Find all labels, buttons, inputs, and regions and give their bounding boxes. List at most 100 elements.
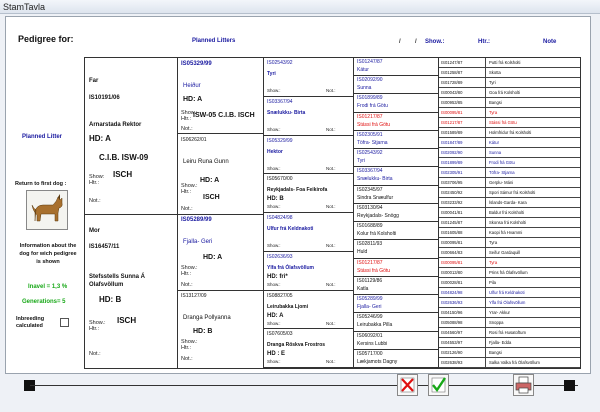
gen2-not-label: Not.: xyxy=(181,282,193,288)
gen4-cell: IS05289/99 Fjalla- Geri xyxy=(354,295,438,314)
dog-icon xyxy=(31,194,63,222)
gen5-row: IS02638/93 Salka Valka frá Ólafsvöllum xyxy=(439,358,580,368)
gen5-divider xyxy=(485,88,486,97)
gen4-reg: IS05717/00 xyxy=(357,350,383,357)
gen5-name: Sunna xyxy=(489,150,502,155)
ok-button[interactable] xyxy=(428,374,449,396)
gen5-reg: IS00013/80 xyxy=(441,270,463,275)
gen5-reg: IS01245/87 xyxy=(441,220,463,225)
gen5-name: Goa frá Kolsholti xyxy=(489,90,520,95)
gen4-reg: IS01217/87 xyxy=(357,259,383,266)
gen5-name: Bangsi xyxy=(489,100,502,105)
gen5-name: Skotta xyxy=(489,70,501,75)
gen5-reg: IS03706/95 xyxy=(441,180,463,185)
gen5-name: Baldur frá Kolsholti xyxy=(489,210,525,215)
inbreeding-checkbox[interactable] xyxy=(60,318,69,327)
slider-track[interactable] xyxy=(30,385,578,386)
gen5-row: IS00013/80 Prins frá Ólafsvöllum xyxy=(439,268,580,278)
gen5-row: IS02092/90 Sunna xyxy=(439,148,580,158)
gen5-row: IS01728/89 Tyri xyxy=(439,78,580,88)
gen3-not-label: Not.: xyxy=(326,88,336,93)
gen5-row: IS01217/87 Stássi frá Götu xyxy=(439,118,580,128)
gen5-row: IS02126/90 Bangsi xyxy=(439,348,580,358)
gen5-name: Salka Valka frá Ólafsvöllum xyxy=(489,360,540,365)
inavel-value: Inavel = 1,3 % xyxy=(28,284,68,290)
gen3-cell: IS05329/99 Hektor Show.: Not.: xyxy=(264,136,353,175)
gen5-name: Tyra xyxy=(489,110,498,115)
gen4-name: Frodi frá Götu xyxy=(357,103,388,110)
planned-litters-title: Planned Litters xyxy=(192,38,236,44)
gen2-title: ISW-05 C.I.B. ISCH xyxy=(193,112,255,119)
gen3-show-label: Show.: xyxy=(267,165,281,171)
gen5-name: Kátur xyxy=(489,140,500,145)
gen5-reg: IS00043/80 xyxy=(441,90,463,95)
gen5-divider xyxy=(485,318,486,327)
gen5-row: IS02450/92 Spori Sámur frá Kolsholti xyxy=(439,188,580,198)
close-button[interactable] xyxy=(397,374,418,396)
gen5-divider xyxy=(485,78,486,87)
gen5-row: IS00664/83 Seifur Gardaquill xyxy=(439,248,580,258)
check-icon xyxy=(431,377,446,393)
mor-htr-label: Htr.: xyxy=(89,326,100,332)
far-name: Arnarstada Rektor xyxy=(89,122,142,128)
gen5-reg: IS04824/98 xyxy=(441,290,463,295)
gen5-row: IS01899/89 Frodi frá Götu xyxy=(439,158,580,168)
gen3-cell: IS02636/93 Ylfa frá Ólafsvöllum HD: fri* Sh… xyxy=(264,252,353,291)
gen4-reg: IS05246/99 xyxy=(357,314,383,321)
gen5-row: IS01605/88 Kaopi frá Hvammi xyxy=(439,228,580,238)
gen5-name: Tyra xyxy=(489,260,498,265)
gen5-name: Snoppa xyxy=(489,320,504,325)
gen2-htr-label: Htr.: xyxy=(181,116,192,122)
gen5-row: IS03706/95 Gerplu- Máni xyxy=(439,178,580,188)
gen3-reg: IS05329/99 xyxy=(267,137,293,144)
gen2-htr-label: Htr.: xyxy=(181,271,192,277)
gen4-reg: IS02811/93 xyxy=(357,241,383,248)
gen5-row: IS00953/85 Bangsi xyxy=(439,98,580,108)
far-reg: IS10191/06 xyxy=(89,95,120,101)
gen5-name: Skonsa frá Kolsholti xyxy=(489,220,527,225)
gen4-reg: IS05289/99 xyxy=(357,296,383,303)
gen5-reg: IS01258/87 xyxy=(441,70,463,75)
gen5-reg: IS00041/81 xyxy=(441,210,463,215)
gen5-reg: IS02126/90 xyxy=(441,350,463,355)
gen4-cell: IS03130/94 Reykjadals- Snögg xyxy=(354,204,438,223)
gen5-reg: IS00028/81 xyxy=(441,280,463,285)
gen3-cell: IS07605/03 Dranga Röskva Frostros HD : E Sh… xyxy=(264,329,353,368)
gen4-name: Sunna xyxy=(357,85,372,92)
return-to-first-dog-button[interactable] xyxy=(26,190,68,230)
gen4-name: Lækjamots Dagny xyxy=(357,358,398,365)
mor-name: Stefsstells Sunna Á Olafsvöllum xyxy=(89,274,146,288)
gen5-row: IS01258/87 Skotta xyxy=(439,68,580,78)
gen4-reg: IS02092/90 xyxy=(357,77,383,84)
gen5-row: IS05088/98 Snoppa xyxy=(439,318,580,328)
gen2-title: ISCH xyxy=(203,194,220,201)
gen5-reg: IS01847/89 xyxy=(441,140,463,145)
gen5-name: Putti frá Kolsholti xyxy=(489,60,521,65)
x-icon xyxy=(400,377,415,393)
gen4-cell: IS01899/89 Frodi frá Götu xyxy=(354,94,438,113)
gen5-divider xyxy=(485,98,486,107)
print-button[interactable] xyxy=(513,374,534,396)
gen3-name: Hektor xyxy=(267,148,283,155)
gen5-reg: IS01605/88 xyxy=(441,230,463,235)
mor-not-label: Not.: xyxy=(89,351,101,357)
gen5-row: IS00095/81 Tyra xyxy=(439,258,580,268)
gen3-hd: HD: fri* xyxy=(267,273,288,280)
gen5-name: Yrar- Akkur xyxy=(489,310,510,315)
gen5-divider xyxy=(485,268,486,277)
gen3-show-label: Show.: xyxy=(267,243,281,248)
gen5-reg: IS04560/97 xyxy=(441,330,463,335)
gen2-reg: IS05329/99 xyxy=(181,61,212,67)
gen5-reg: IS02636/93 xyxy=(441,300,463,305)
gen5-row: IS04150/96 Yrar- Akkur xyxy=(439,308,580,318)
gen3-show-label: Show.: xyxy=(267,320,281,326)
gen5-name: Holmfridur frá Kolsholti xyxy=(489,130,532,135)
gen5-reg: IS04150/96 xyxy=(441,310,463,315)
gen4-name: Töfra- Stjarna xyxy=(357,139,388,146)
gen5-row: IS04824/98 Ulfur frá Keldnakoti xyxy=(439,288,580,298)
slider-end-handle[interactable] xyxy=(564,380,575,391)
gen4-reg: IS01129/86 xyxy=(357,277,383,284)
gen5-reg: IS02305/91 xyxy=(441,170,463,175)
gen5-reg: IS01217/87 xyxy=(441,120,463,125)
gen5-divider xyxy=(485,158,486,167)
